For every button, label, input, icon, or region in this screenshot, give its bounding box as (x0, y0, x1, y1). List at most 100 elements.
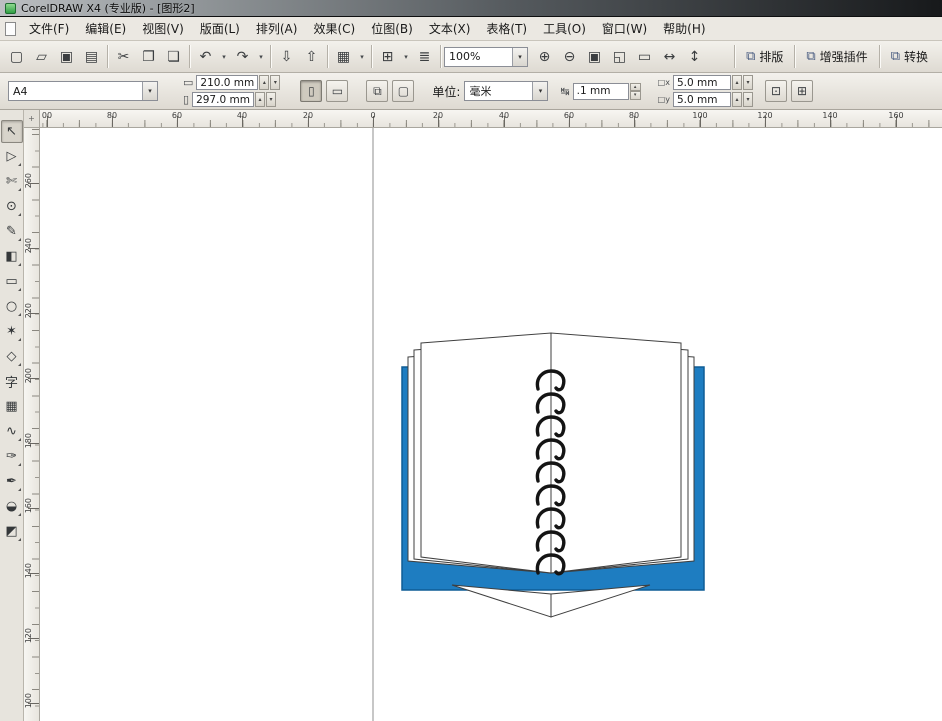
nudge-spinner[interactable]: ▴ ▾ (630, 83, 641, 100)
zoom-to-page-height-button[interactable]: ↕ (682, 44, 707, 69)
portrait-button[interactable]: ▯ (300, 80, 322, 102)
spin-up-icon[interactable]: ▴ (255, 92, 265, 107)
ruler-label: 0 (370, 111, 375, 120)
menu-item[interactable]: 位图(B) (363, 17, 421, 40)
spin-up-icon[interactable]: ▴ (732, 92, 742, 107)
all-pages-button[interactable]: ⧉ (366, 80, 388, 102)
zoom-level-combo[interactable]: 100% ▾ (444, 47, 528, 67)
menu-item[interactable]: 排列(A) (248, 17, 306, 40)
interactive-fill-tool[interactable]: ◩ (1, 520, 23, 543)
nudge-offset-icon: ↹ (560, 85, 569, 98)
eyedropper-tool[interactable]: ✑ (1, 445, 23, 468)
zoom-out-button[interactable]: ⊖ (557, 44, 582, 69)
drawing-layer (40, 128, 942, 721)
basic-shapes-tool[interactable]: ◇ (1, 345, 23, 368)
undo-button[interactable]: ↶ (193, 44, 218, 69)
shape-tool[interactable]: ▷ (1, 145, 23, 168)
notebook-object[interactable] (402, 333, 704, 617)
drawing-canvas[interactable] (40, 128, 942, 721)
zoom-tool[interactable]: ⊙ (1, 195, 23, 218)
smart-fill-tool-flyout-indicator (18, 263, 21, 266)
smart-fill-tool[interactable]: ◧ (1, 245, 23, 268)
snap-options-button[interactable]: ⊞ (791, 80, 813, 102)
new-document-button[interactable]: ▢ (4, 44, 29, 69)
rectangle-tool[interactable]: ▭ (1, 270, 23, 293)
current-page-button[interactable]: ▢ (392, 80, 414, 102)
nudge-offset-field[interactable]: .1 mm (573, 83, 629, 100)
open-document-button[interactable]: ▱ (29, 44, 54, 69)
outline-pen-tool[interactable]: ✒ (1, 470, 23, 493)
pick-tool[interactable]: ↖ (1, 120, 23, 143)
menu-item[interactable]: 版面(L) (192, 17, 248, 40)
snap-to-dropdown-button[interactable]: ▾ (400, 44, 412, 69)
menu-item[interactable]: 表格(T) (478, 17, 535, 40)
spin-down-icon[interactable]: ▾ (743, 92, 753, 107)
paper-width-field[interactable]: 210.0 mm (196, 75, 258, 90)
enhanced-plugins-button[interactable]: ⧉增强插件 (798, 45, 875, 69)
spin-down-icon[interactable]: ▾ (266, 92, 276, 107)
table-tool[interactable]: ▦ (1, 395, 23, 418)
paste-button[interactable]: ❏ (161, 44, 186, 69)
right-page-front[interactable] (551, 333, 681, 573)
menu-item[interactable]: 文件(F) (21, 17, 77, 40)
menu-item[interactable]: 效果(C) (305, 17, 363, 40)
vertical-ruler[interactable]: 260240220200180160140120100 (24, 128, 40, 721)
chevron-down-icon[interactable]: ▾ (512, 48, 527, 66)
spin-down-icon[interactable]: ▾ (270, 75, 280, 90)
convert-plugin-button[interactable]: ⧉转换 (883, 45, 936, 69)
spin-up-icon[interactable]: ▴ (630, 83, 641, 92)
copy-button[interactable]: ❐ (136, 44, 161, 69)
zoom-to-page-width-button[interactable]: ↔ (657, 44, 682, 69)
cut-button[interactable]: ✂ (111, 44, 136, 69)
ruler-origin[interactable]: + (24, 110, 40, 128)
chevron-down-icon[interactable]: ▾ (532, 82, 547, 100)
paper-type-combo[interactable]: A4 ▾ (8, 81, 158, 101)
spin-down-icon[interactable]: ▾ (630, 91, 641, 100)
zoom-to-selected-button[interactable]: ▣ (582, 44, 607, 69)
menu-item[interactable]: 工具(O) (535, 17, 594, 40)
document-window-icon[interactable] (5, 22, 16, 36)
paper-height-field[interactable]: 297.0 mm (192, 92, 254, 107)
fill-tool[interactable]: ◒ (1, 495, 23, 518)
treat-as-filled-button[interactable]: ⊡ (765, 80, 787, 102)
undo-dropdown-button[interactable]: ▾ (218, 44, 230, 69)
crop-tool[interactable]: ✄ (1, 170, 23, 193)
typeset-plugin-button[interactable]: ⧉排版 (738, 45, 791, 69)
menu-item[interactable]: 窗口(W) (594, 17, 655, 40)
snap-to-button[interactable]: ⊞ (375, 44, 400, 69)
export-button[interactable]: ⇧ (299, 44, 324, 69)
interactive-blend-tool[interactable]: ∿ (1, 420, 23, 443)
zoom-to-page-button[interactable]: ▭ (632, 44, 657, 69)
menu-item[interactable]: 编辑(E) (77, 17, 134, 40)
duplicate-x-field[interactable]: 5.0 mm (673, 75, 731, 90)
spin-down-icon[interactable]: ▾ (743, 75, 753, 90)
print-button[interactable]: ▤ (79, 44, 104, 69)
spin-up-icon[interactable]: ▴ (259, 75, 269, 90)
save-document-button[interactable]: ▣ (54, 44, 79, 69)
application-launcher-dropdown-button[interactable]: ▾ (356, 44, 368, 69)
application-launcher-button[interactable]: ▦ (331, 44, 356, 69)
horizontal-ruler[interactable]: 0080604020020406080100120140160 (40, 110, 942, 128)
duplicate-y-field[interactable]: 5.0 mm (673, 92, 731, 107)
spin-up-icon[interactable]: ▴ (732, 75, 742, 90)
freehand-tool[interactable]: ✎ (1, 220, 23, 243)
options-button[interactable]: ≣ (412, 44, 437, 69)
ellipse-tool[interactable]: ○ (1, 295, 23, 318)
units-combo[interactable]: 毫米 ▾ (464, 81, 548, 101)
text-tool[interactable]: 字 (1, 370, 23, 393)
redo-button[interactable]: ↷ (230, 44, 255, 69)
duplicate-distance-fields: □x 5.0 mm ▴ ▾ □y 5.0 mm ▴ ▾ (655, 75, 753, 107)
import-button[interactable]: ⇩ (274, 44, 299, 69)
menu-item[interactable]: 文本(X) (421, 17, 479, 40)
zoom-to-all-button[interactable]: ◱ (607, 44, 632, 69)
menu-item[interactable]: 视图(V) (134, 17, 192, 40)
undo-icon: ↶ (200, 49, 212, 65)
zoom-in-button[interactable]: ⊕ (532, 44, 557, 69)
chevron-down-icon[interactable]: ▾ (142, 82, 157, 100)
landscape-button[interactable]: ▭ (326, 80, 348, 102)
polygon-tool[interactable]: ✶ (1, 320, 23, 343)
import-icon: ⇩ (281, 49, 293, 65)
redo-dropdown-button[interactable]: ▾ (255, 44, 267, 69)
left-page-front[interactable] (421, 333, 551, 573)
menu-item[interactable]: 帮助(H) (655, 17, 713, 40)
